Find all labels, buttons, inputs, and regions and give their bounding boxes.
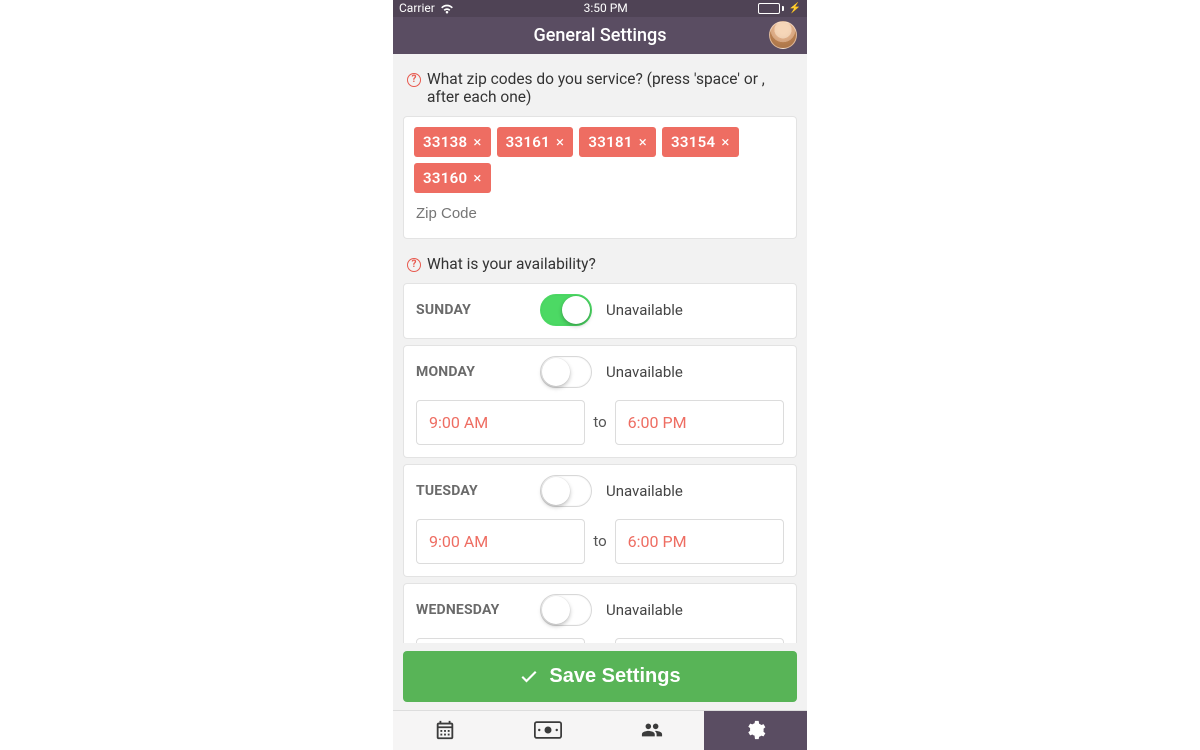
zip-input[interactable] (414, 201, 786, 226)
zip-tag-label: 33138 (423, 133, 467, 151)
content-scroll[interactable]: ? What zip codes do you service? (press … (393, 54, 807, 643)
zip-tag[interactable]: 33161 × (497, 127, 574, 157)
zip-tag[interactable]: 33138 × (414, 127, 491, 157)
page-title: General Settings (534, 25, 667, 46)
zip-tag-label: 33154 (671, 133, 715, 151)
avatar[interactable] (769, 21, 797, 49)
people-icon (639, 719, 665, 741)
availability-day: SUNDAY Unavailable (403, 283, 797, 339)
gears-icon (742, 719, 768, 741)
day-label: SUNDAY (416, 302, 526, 318)
to-label: to (593, 413, 606, 431)
nav-header: General Settings (393, 17, 807, 54)
to-label: to (593, 532, 606, 550)
unavailable-label: Unavailable (606, 601, 683, 619)
calendar-icon (433, 719, 457, 741)
day-label: MONDAY (416, 364, 526, 380)
zip-tag-label: 33161 (506, 133, 550, 151)
zip-question-label: What zip codes do you service? (press 's… (427, 70, 793, 106)
zip-tag[interactable]: 33154 × (662, 127, 739, 157)
wifi-icon (440, 3, 454, 14)
save-button[interactable]: Save Settings (403, 651, 797, 702)
status-bar: Carrier 3:50 PM ⚡ (393, 0, 807, 17)
clock: 3:50 PM (584, 1, 628, 15)
availability-day: WEDNESDAYUnavailable9:00 AMto6:00 PM (403, 583, 797, 643)
unavailable-label: Unavailable (606, 363, 683, 381)
zip-card: 33138 × 33161 × 33181 × 33154 × 33160 × (403, 116, 797, 239)
carrier-label: Carrier (399, 1, 435, 15)
zip-section: ? What zip codes do you service? (press … (393, 54, 807, 239)
day-label: TUESDAY (416, 483, 526, 499)
day-label: WEDNESDAY (416, 602, 526, 618)
start-time-input[interactable]: 9:00 AM (416, 400, 585, 445)
zip-tag[interactable]: 33181 × (579, 127, 656, 157)
check-icon (519, 666, 539, 686)
availability-day: TUESDAY Unavailable 9:00 AM to 6:00 PM (403, 464, 797, 577)
tab-calendar[interactable] (393, 711, 497, 750)
availability-section: ? What is your availability? SUNDAY Unava… (393, 239, 807, 643)
zip-tag-label: 33160 (423, 169, 467, 187)
money-icon (534, 719, 562, 741)
help-icon[interactable]: ? (407, 73, 421, 87)
charging-icon: ⚡ (789, 3, 801, 14)
close-icon[interactable]: × (556, 133, 564, 151)
tab-settings[interactable] (704, 711, 808, 750)
close-icon[interactable]: × (639, 133, 647, 151)
help-icon[interactable]: ? (407, 258, 421, 272)
unavailable-label: Unavailable (606, 482, 683, 500)
zip-tag[interactable]: 33160 × (414, 163, 491, 193)
availability-day: MONDAY Unavailable 9:00 AM to 6:00 PM (403, 345, 797, 458)
phone-frame: Carrier 3:50 PM ⚡ General Settings ? Wha… (393, 0, 807, 750)
zip-tags: 33138 × 33161 × 33181 × 33154 × 33160 × (414, 127, 786, 193)
battery-icon (758, 3, 784, 14)
zip-tag-label: 33181 (588, 133, 632, 151)
close-icon[interactable]: × (721, 133, 729, 151)
tab-people[interactable] (600, 711, 704, 750)
unavailable-toggle[interactable] (540, 356, 592, 388)
unavailable-label: Unavailable (606, 301, 683, 319)
tab-bar (393, 710, 807, 750)
unavailable-toggle[interactable] (540, 294, 592, 326)
unavailable-toggle[interactable] (540, 594, 592, 626)
save-bar: Save Settings (393, 643, 807, 710)
start-time-input[interactable]: 9:00 AM (416, 519, 585, 564)
close-icon[interactable]: × (473, 133, 481, 151)
close-icon[interactable]: × (473, 169, 481, 187)
end-time-input[interactable]: 6:00 PM (615, 400, 784, 445)
availability-question-label: What is your availability? (427, 255, 596, 273)
unavailable-toggle[interactable] (540, 475, 592, 507)
tab-money[interactable] (497, 711, 601, 750)
end-time-input[interactable]: 6:00 PM (615, 519, 784, 564)
save-button-label: Save Settings (549, 665, 680, 688)
